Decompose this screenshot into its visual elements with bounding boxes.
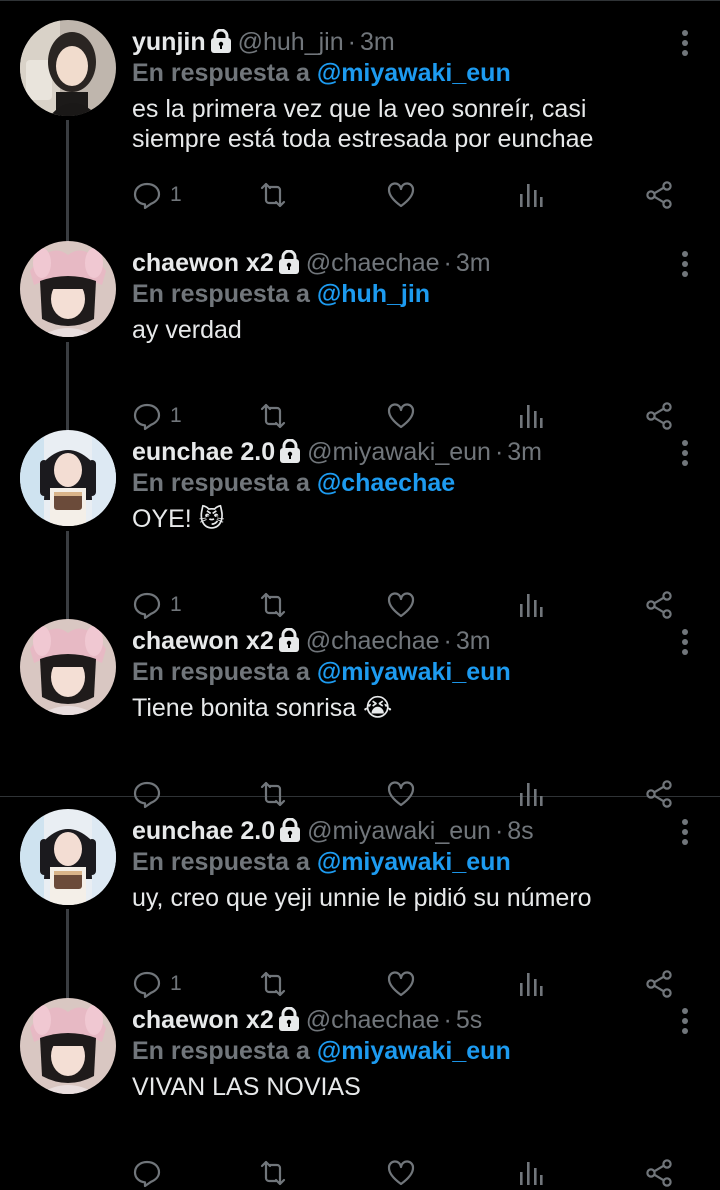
retweet-button[interactable]: [256, 178, 290, 212]
tweet-text: OYE! 😼: [132, 505, 225, 533]
tweet-header: chaewon x2 @chaechae · 3m: [132, 625, 491, 660]
reply-context: En respuesta a @miyawaki_eun: [132, 57, 511, 89]
heart-icon: [386, 1158, 416, 1188]
tweet[interactable]: chaewon x2 @chaechae · 3m En respuesta a @h…: [0, 221, 720, 431]
separator-dot: ·: [443, 627, 452, 655]
reply-icon: [132, 180, 162, 210]
avatar[interactable]: [20, 430, 116, 526]
tweet-header: chaewon x2 @chaechae · 3m: [132, 247, 491, 282]
more-options-icon[interactable]: [680, 629, 690, 659]
reply-context: En respuesta a @chaechae: [132, 467, 455, 499]
retweet-icon: [256, 1158, 290, 1188]
display-name[interactable]: chaewon x2: [132, 627, 274, 655]
avatar[interactable]: [20, 809, 116, 905]
tweet-header: chaewon x2 @chaechae · 5s: [132, 1004, 482, 1039]
tweet[interactable]: chaewon x2 @chaechae · 3m En respuesta a @m…: [0, 599, 720, 809]
reply-mention-link[interactable]: @miyawaki_eun: [317, 1037, 511, 1065]
reply-mention-link[interactable]: @miyawaki_eun: [317, 658, 511, 686]
avatar[interactable]: [20, 241, 116, 337]
display-name[interactable]: chaewon x2: [132, 1006, 274, 1034]
display-name[interactable]: yunjin: [132, 28, 206, 56]
tweet-header: eunchae 2.0 @miyawaki_eun · 8s: [132, 815, 534, 850]
user-handle[interactable]: @miyawaki_eun: [307, 438, 491, 466]
tweet[interactable]: yunjin @huh_jin · 3m En respuesta a @miyawa…: [0, 0, 720, 210]
user-handle[interactable]: @chaechae: [306, 627, 440, 655]
avatar[interactable]: [20, 998, 116, 1094]
stats-icon: [518, 1158, 544, 1188]
reply-prefix: En respuesta a: [132, 848, 310, 876]
more-options-icon[interactable]: [680, 30, 690, 60]
reply-context: En respuesta a @miyawaki_eun: [132, 656, 511, 688]
avatar[interactable]: [20, 20, 116, 116]
reply-prefix: En respuesta a: [132, 280, 310, 308]
user-handle[interactable]: @huh_jin: [238, 28, 344, 56]
view-stats-button[interactable]: [518, 1156, 544, 1190]
heart-icon: [386, 180, 416, 210]
share-icon: [644, 180, 674, 210]
share-icon: [644, 1158, 674, 1188]
reply-prefix: En respuesta a: [132, 59, 310, 87]
separator-dot: ·: [443, 1006, 452, 1034]
tweet-header: eunchae 2.0 @miyawaki_eun · 3m: [132, 436, 542, 471]
share-button[interactable]: [644, 178, 674, 212]
retweet-icon: [256, 180, 290, 210]
timestamp[interactable]: 5s: [456, 1006, 482, 1034]
reply-context: En respuesta a @miyawaki_eun: [132, 1035, 511, 1067]
retweet-button[interactable]: [256, 1156, 290, 1190]
like-button[interactable]: [386, 178, 416, 212]
reply-mention-link[interactable]: @miyawaki_eun: [317, 848, 511, 876]
display-name[interactable]: eunchae 2.0: [132, 817, 275, 845]
tweet-text: es la primera vez que la veo sonreír, ca…: [132, 95, 594, 153]
reply-prefix: En respuesta a: [132, 469, 310, 497]
timestamp[interactable]: 8s: [507, 817, 533, 845]
share-button[interactable]: [644, 1156, 674, 1190]
reply-prefix: En respuesta a: [132, 1037, 310, 1065]
tweet-header: yunjin @huh_jin · 3m: [132, 26, 395, 61]
like-button[interactable]: [386, 1156, 416, 1190]
separator-dot: ·: [494, 438, 504, 466]
tweet-text: VIVAN LAS NOVIAS: [132, 1073, 361, 1101]
timestamp[interactable]: 3m: [456, 627, 491, 655]
display-name[interactable]: eunchae 2.0: [132, 438, 275, 466]
user-handle[interactable]: @chaechae: [306, 1006, 440, 1034]
separator-dot: ·: [443, 249, 452, 277]
reply-button[interactable]: 1: [132, 178, 182, 212]
reply-icon: [132, 1158, 162, 1188]
reply-context: En respuesta a @miyawaki_eun: [132, 846, 511, 878]
view-stats-button[interactable]: [518, 178, 544, 212]
more-options-icon[interactable]: [680, 1008, 690, 1038]
tweet-actions: 1: [132, 178, 692, 212]
reply-mention-link[interactable]: @miyawaki_eun: [317, 59, 511, 87]
more-options-icon[interactable]: [680, 251, 690, 281]
reply-mention-link[interactable]: @huh_jin: [317, 280, 430, 308]
tweet[interactable]: chaewon x2 @chaechae · 5s En respuesta a @m…: [0, 978, 720, 1188]
timestamp[interactable]: 3m: [456, 249, 491, 277]
tweet-actions: [132, 1156, 692, 1190]
timestamp[interactable]: 3m: [360, 28, 395, 56]
reply-context: En respuesta a @huh_jin: [132, 278, 430, 310]
tweet-text: Tiene bonita sonrisa 😭: [132, 694, 393, 722]
timestamp[interactable]: 3m: [507, 438, 542, 466]
tweet-text: ay verdad: [132, 316, 242, 344]
reply-prefix: En respuesta a: [132, 658, 310, 686]
separator-dot: ·: [494, 817, 504, 845]
more-options-icon[interactable]: [680, 440, 690, 470]
separator-dot: ·: [347, 28, 356, 56]
avatar[interactable]: [20, 619, 116, 715]
reply-button[interactable]: [132, 1156, 170, 1190]
tweet[interactable]: eunchae 2.0 @miyawaki_eun · 8s En respuesta…: [0, 789, 720, 999]
stats-icon: [518, 180, 544, 210]
tweet[interactable]: eunchae 2.0 @miyawaki_eun · 3m En respuesta…: [0, 410, 720, 620]
user-handle[interactable]: @chaechae: [306, 249, 440, 277]
tweet-text: uy, creo que yeji unnie le pidió su núme…: [132, 884, 592, 912]
reply-mention-link[interactable]: @chaechae: [317, 469, 455, 497]
reply-count: 1: [170, 183, 182, 206]
user-handle[interactable]: @miyawaki_eun: [307, 817, 491, 845]
more-options-icon[interactable]: [680, 819, 690, 849]
display-name[interactable]: chaewon x2: [132, 249, 274, 277]
